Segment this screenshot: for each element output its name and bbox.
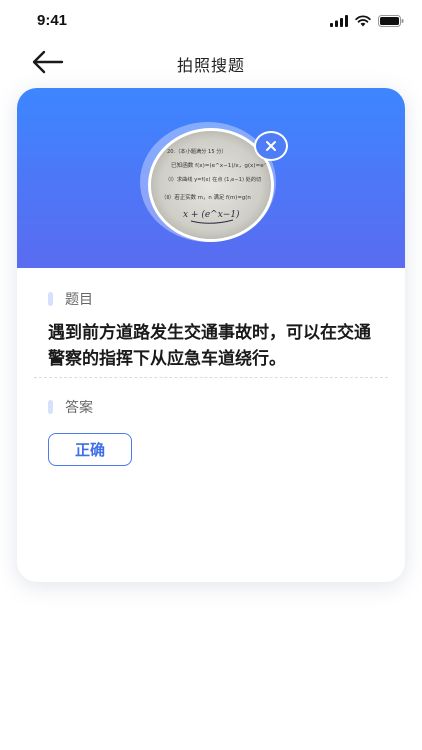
photo-image: 20.（本小题满分 15 分） 已知函数 f(x)=(e^x−1)/x，g(x)… bbox=[151, 131, 271, 239]
question-label: 题目 bbox=[65, 292, 93, 308]
result-card: 20.（本小题满分 15 分） 已知函数 f(x)=(e^x−1)/x，g(x)… bbox=[17, 88, 405, 582]
photo-handwriting: x + (e^x−1) bbox=[183, 209, 240, 220]
photo-text-line: （Ⅰ）求曲线 y=f(x) 在点 (1,e−1) 处的切 bbox=[165, 175, 261, 183]
status-icons bbox=[330, 14, 404, 28]
section-marker bbox=[48, 292, 53, 306]
question-section-label: 题目 bbox=[48, 289, 93, 309]
status-time: 9:41 bbox=[37, 12, 68, 29]
battery-icon bbox=[378, 15, 404, 27]
remove-photo-button[interactable] bbox=[254, 131, 288, 161]
photo-text-line: 已知函数 f(x)=(e^x−1)/x，g(x)=e^x. bbox=[171, 161, 271, 169]
answer-section-label: 答案 bbox=[48, 397, 93, 417]
photo-text-line: （Ⅱ）若正实数 m，n 满足 f(m)=g(n bbox=[161, 193, 251, 201]
wifi-icon bbox=[355, 15, 371, 27]
close-icon bbox=[266, 141, 276, 151]
answer-label: 答案 bbox=[65, 400, 93, 416]
status-bar: 9:41 bbox=[0, 0, 422, 44]
page-background bbox=[0, 580, 422, 750]
dashed-divider bbox=[34, 377, 388, 378]
page-title: 拍照搜题 bbox=[176, 56, 245, 75]
signal-icon bbox=[330, 15, 348, 27]
section-marker bbox=[48, 400, 53, 414]
question-text: 遇到前方道路发生交通事故时，可以在交通警察的指挥下从应急车道绕行。 bbox=[48, 323, 371, 369]
card-header: 20.（本小题满分 15 分） 已知函数 f(x)=(e^x−1)/x，g(x)… bbox=[17, 88, 405, 268]
answer-value-button[interactable]: 正确 bbox=[48, 433, 132, 466]
nav-bar: 拍照搜题 bbox=[0, 44, 422, 80]
photo-text-line: 20.（本小题满分 15 分） bbox=[167, 147, 227, 155]
